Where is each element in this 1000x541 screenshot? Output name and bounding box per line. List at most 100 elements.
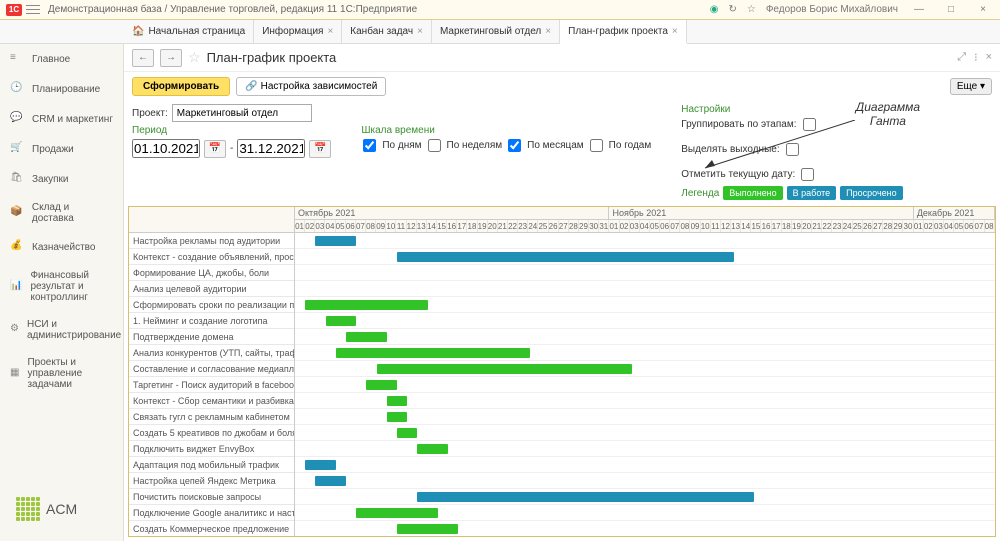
close-page-icon[interactable]: × — [986, 51, 992, 64]
gantt-row — [295, 409, 995, 425]
sidebar-item[interactable]: 🛒Продажи — [0, 134, 123, 164]
sidebar-item[interactable]: 💬CRM и маркетинг — [0, 104, 123, 134]
hamburger-icon[interactable] — [26, 4, 40, 16]
gantt-row — [295, 361, 995, 377]
options-icon[interactable]: ⁝ — [974, 51, 978, 64]
gantt-task-label[interactable]: Составление и согласование медиаплана — [129, 361, 294, 377]
project-label: Проект: — [132, 108, 168, 119]
gantt-bar[interactable] — [356, 508, 438, 518]
content-area: ← → ☆ План-график проекта ⤢ ⁝ × Сформиро… — [124, 44, 1000, 541]
sidebar-icon: 💬 — [10, 112, 24, 126]
user-name[interactable]: Федоров Борис Михайлович — [766, 4, 898, 15]
tab-close-icon[interactable]: × — [672, 26, 678, 37]
window-title: Демонстрационная база / Управление торго… — [48, 4, 710, 15]
period-label: Период — [132, 125, 331, 136]
sidebar: ≡Главное🕒Планирование💬CRM и маркетинг🛒Пр… — [0, 44, 124, 541]
maximize-button[interactable]: □ — [940, 3, 962, 17]
project-input[interactable] — [172, 104, 312, 122]
tab[interactable]: 🏠Начальная страница — [124, 20, 254, 43]
gantt-bar[interactable] — [315, 476, 346, 486]
calendar-to-icon[interactable]: 📅 — [309, 140, 331, 158]
gantt-bar[interactable] — [387, 412, 407, 422]
gantt-bar[interactable] — [305, 460, 336, 470]
gantt-task-label[interactable]: Контекст - Сбор семантики и разбивка на … — [129, 393, 294, 409]
dependencies-button[interactable]: 🔗 Настройка зависимостей — [236, 77, 386, 96]
gantt-bar[interactable] — [397, 252, 734, 262]
gantt-task-label[interactable]: Подтверждение домена — [129, 329, 294, 345]
gantt-task-label[interactable]: Создать Коммерческое предложение — [129, 521, 294, 536]
scale-month-check[interactable] — [508, 139, 521, 152]
favorite-icon[interactable]: ☆ — [188, 49, 201, 66]
gantt-bar[interactable] — [326, 316, 357, 326]
gantt-task-label[interactable]: Таргетинг - Поиск аудиторий в facebook — [129, 377, 294, 393]
gantt-bar[interactable] — [305, 300, 427, 310]
back-button[interactable]: ← — [132, 49, 154, 67]
gantt-chart: Октябрь 2021Ноябрь 2021Декабрь 2021 0102… — [128, 206, 996, 537]
gantt-bar[interactable] — [417, 492, 754, 502]
gantt-bar[interactable] — [387, 396, 407, 406]
sidebar-icon: ▦ — [10, 367, 19, 381]
sidebar-item[interactable]: 📊Финансовый результат и контроллинг — [0, 262, 123, 311]
gantt-task-label[interactable]: Контекст - создание объявлений, проставл… — [129, 249, 294, 265]
sidebar-item[interactable]: ▦Проекты и управление задачами — [0, 349, 123, 398]
sidebar-item[interactable]: ≡Главное — [0, 44, 123, 74]
gantt-bar[interactable] — [397, 428, 417, 438]
calendar-from-icon[interactable]: 📅 — [204, 140, 226, 158]
scale-year-check[interactable] — [590, 139, 603, 152]
gantt-task-label[interactable]: 1. Нейминг и создание логотипа — [129, 313, 294, 329]
gantt-task-label[interactable]: Настройка рекламы под аудитории — [129, 233, 294, 249]
sidebar-item[interactable]: ⚙НСИ и администрирование — [0, 311, 123, 349]
form-button[interactable]: Сформировать — [132, 77, 230, 96]
gantt-task-label[interactable]: Создать 5 креативов по джобам и болям — [129, 425, 294, 441]
tab-close-icon[interactable]: × — [417, 26, 423, 37]
forward-button[interactable]: → — [160, 49, 182, 67]
gantt-task-label[interactable]: Подключить виджет EnvyBox — [129, 441, 294, 457]
tab[interactable]: Маркетинговый отдел× — [432, 20, 560, 43]
date-from-input[interactable] — [132, 139, 200, 158]
gantt-bar[interactable] — [397, 524, 458, 534]
gantt-bar[interactable] — [346, 332, 387, 342]
gantt-task-label[interactable]: Адаптация под мобильный трафик — [129, 457, 294, 473]
sidebar-item[interactable]: 🕒Планирование — [0, 74, 123, 104]
gantt-task-label[interactable]: Сформировать сроки по реализации проекта — [129, 297, 294, 313]
tab[interactable]: Информация× — [254, 20, 342, 43]
tab[interactable]: Канбан задач× — [342, 20, 432, 43]
sidebar-item[interactable]: 💰Казначейство — [0, 232, 123, 262]
gantt-task-label[interactable]: Формирование ЦА, джобы, боли — [129, 265, 294, 281]
scale-day-check[interactable] — [363, 139, 376, 152]
star-icon[interactable]: ☆ — [747, 4, 756, 15]
gantt-row — [295, 233, 995, 249]
gantt-task-label[interactable]: Подключение Google аналитикс и настройка… — [129, 505, 294, 521]
gantt-bar[interactable] — [366, 380, 397, 390]
gantt-row — [295, 377, 995, 393]
gantt-task-label[interactable]: Почистить поисковые запросы — [129, 489, 294, 505]
gantt-bar[interactable] — [336, 348, 530, 358]
close-button[interactable]: × — [972, 3, 994, 17]
sidebar-icon: ≡ — [10, 52, 24, 66]
gantt-row — [295, 441, 995, 457]
tab[interactable]: План-график проекта× — [560, 20, 687, 44]
gantt-task-label[interactable]: Анализ конкурентов (УТП, сайты, трафик) — [129, 345, 294, 361]
gantt-bar[interactable] — [377, 364, 632, 374]
sidebar-icon: 💰 — [10, 240, 24, 254]
minimize-button[interactable]: — — [908, 3, 930, 17]
sidebar-item[interactable]: 📦Склад и доставка — [0, 194, 123, 232]
link-icon[interactable]: ⤢ — [957, 51, 966, 64]
gantt-row — [295, 425, 995, 441]
gantt-task-label[interactable]: Настройка цепей Яндекс Метрика — [129, 473, 294, 489]
history-icon[interactable]: ↻ — [728, 4, 736, 15]
brand-logo: ACM — [0, 477, 123, 541]
more-button[interactable]: Еще ▾ — [950, 78, 992, 95]
tab-close-icon[interactable]: × — [327, 26, 333, 37]
sidebar-item[interactable]: 🛍Закупки — [0, 164, 123, 194]
gantt-task-label[interactable]: Анализ целевой аудитории — [129, 281, 294, 297]
tab-close-icon[interactable]: × — [545, 26, 551, 37]
rocket-icon[interactable]: ◉ — [710, 4, 719, 15]
scale-week-check[interactable] — [428, 139, 441, 152]
gantt-row — [295, 393, 995, 409]
gantt-bar[interactable] — [417, 444, 448, 454]
gantt-row — [295, 457, 995, 473]
gantt-bar[interactable] — [315, 236, 356, 246]
gantt-task-label[interactable]: Связать гугл с рекламным кабинетом — [129, 409, 294, 425]
date-to-input[interactable] — [237, 139, 305, 158]
